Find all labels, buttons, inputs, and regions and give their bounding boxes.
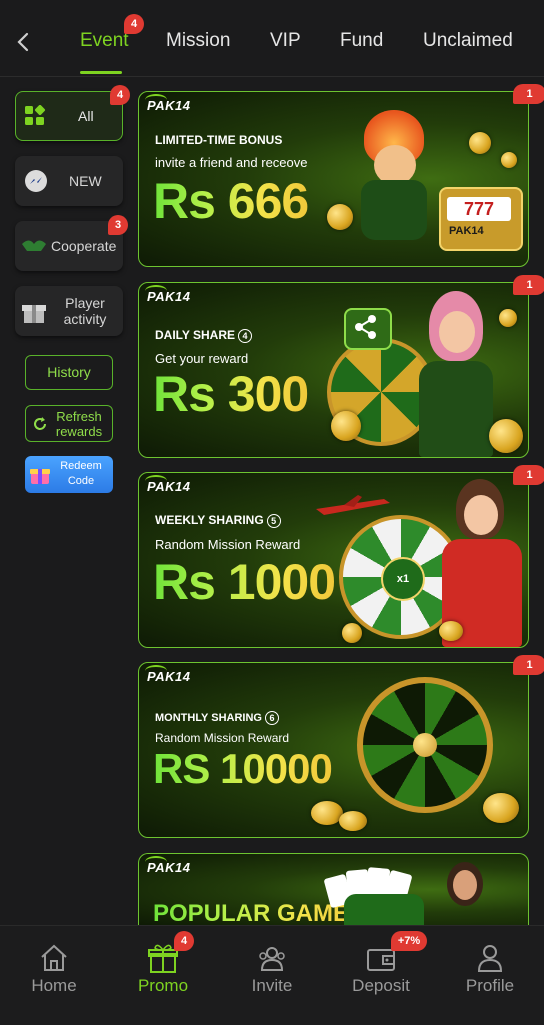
brand-logo: PAK14 [145,94,190,113]
nav-label: Profile [465,976,515,995]
promo-banner-weekly-sharing[interactable]: PAK14 WEEKLY SHARING 5 Random Mission Rew… [138,472,529,648]
bottom-navigation: Home Promo 4 Invite Deposit +7% Profile [0,925,544,1025]
nav-deposit-badge: +7% [391,931,427,951]
refresh-label-line2: rewards [55,424,103,439]
nav-label: Home [31,976,77,995]
brand-logo: PAK14 [145,665,190,684]
banner-caption: WEEKLY SHARING 5 [155,513,281,528]
promo-banner-popular-games[interactable]: PAK14 POPULAR GAMES [138,853,529,925]
nav-profile[interactable]: Profile [440,926,540,1025]
brand-logo: PAK14 [145,475,190,494]
redeem-code-button[interactable]: Redeem Code [25,456,113,493]
banner-caption: LIMITED-TIME BONUS [155,133,283,147]
sidebar-item-label: All [78,108,94,124]
gift-box-icon [29,465,51,488]
nav-invite[interactable]: Invite [222,926,322,1025]
coin-stack-icon [483,793,519,823]
banner-caption: MONTHLY SHARING 6 [155,711,279,725]
sidebar-item-all[interactable]: All [15,91,123,141]
nav-promo[interactable]: Promo [113,926,213,1025]
nav-home[interactable]: Home [4,926,104,1025]
back-chevron-icon[interactable] [12,28,36,56]
promo-banner-monthly-sharing[interactable]: PAK14 MONTHLY SHARING 6 Random Mission Re… [138,662,529,838]
banner-badge: 1 [513,84,544,104]
nav-label: Invite [251,976,293,995]
home-icon [38,942,70,974]
banner-badge: 1 [513,465,544,485]
sidebar-item-label-line1: Player [65,295,105,311]
sidebar-item-label-line2: activity [63,311,107,327]
messenger-icon [23,168,49,199]
redeem-label-line1: Redeem [60,460,102,472]
gift-icon [21,299,47,330]
banner-amount: Rs 666 [153,173,309,229]
tab-vip[interactable]: VIP [270,30,301,52]
active-tab-indicator [80,71,122,74]
redeem-label-line2: Code [67,475,95,487]
invite-users-icon [256,942,288,974]
refresh-icon [32,416,48,435]
sidebar-item-new[interactable]: NEW [15,156,123,206]
coin-icon [501,152,517,168]
refresh-rewards-button[interactable]: Refresh rewards [25,405,113,442]
promo-banner-daily-share[interactable]: PAK14 DAILY SHARE 4 Get your reward Rs 30… [138,282,529,458]
banner-amount: Rs 300 [153,366,309,422]
coin-icon [327,204,353,230]
tab-event[interactable]: Event [80,30,129,52]
banner-amount: Rs 1000 [153,554,336,610]
sidebar-item-label: NEW [69,173,102,189]
woman-illustration [409,291,499,457]
promo-banner-limited-bonus[interactable]: PAK14 LIMITED-TIME BONUS invite a friend… [138,91,529,267]
banner-amount: RS 10000 [153,745,333,792]
woman-illustration [439,862,489,925]
banner-subtitle: Random Mission Reward [155,731,290,745]
nav-label: Deposit [352,976,410,995]
gold-wheel-illustration [357,677,493,813]
sidebar-item-cooperate[interactable]: Cooperate [15,221,123,271]
airplane-illustration [314,495,394,519]
banner-caption: DAILY SHARE 4 [155,328,253,343]
coin-icon [439,621,463,641]
cricket-players-illustration [344,894,424,925]
banner-subtitle: invite a friend and receove [155,155,308,170]
brand-logo: PAK14 [145,856,190,875]
coin-icon [342,623,362,643]
share-bubble-icon [344,308,392,350]
sidebar-item-label: Cooperate [51,238,117,254]
banner-badge: 1 [513,275,544,295]
coin-icon [489,419,523,453]
sidebar-cooperate-badge: 3 [108,215,128,235]
sidebar-item-player-activity[interactable]: Player activity [15,286,123,336]
coin-icon [469,132,491,154]
profile-icon [474,942,506,974]
banner-subtitle: Random Mission Reward [155,537,301,552]
brand-logo: PAK14 [145,285,190,304]
top-tab-bar: Event 4 Mission VIP Fund Unclaimed [0,0,544,77]
banner-badge: 1 [513,655,544,675]
nav-promo-badge: 4 [174,931,194,951]
slot-machine-illustration: 777 PAK14 [439,187,523,251]
refresh-label-line1: Refresh [56,409,102,424]
mascot-illustration [349,110,439,240]
grid-icon [24,104,46,132]
handshake-icon [21,238,47,257]
banner-subtitle: Get your reward [155,351,249,366]
tab-event-badge: 4 [124,14,144,34]
coin-icon [499,309,517,327]
history-button[interactable]: History [25,355,113,390]
sidebar-all-badge: 4 [110,85,130,105]
coin-stack-icon [339,811,367,831]
coin-icon [331,411,361,441]
tab-unclaimed[interactable]: Unclaimed [423,30,513,52]
tab-mission[interactable]: Mission [166,30,230,52]
nav-label: Promo [137,976,189,995]
tab-fund[interactable]: Fund [340,30,383,52]
